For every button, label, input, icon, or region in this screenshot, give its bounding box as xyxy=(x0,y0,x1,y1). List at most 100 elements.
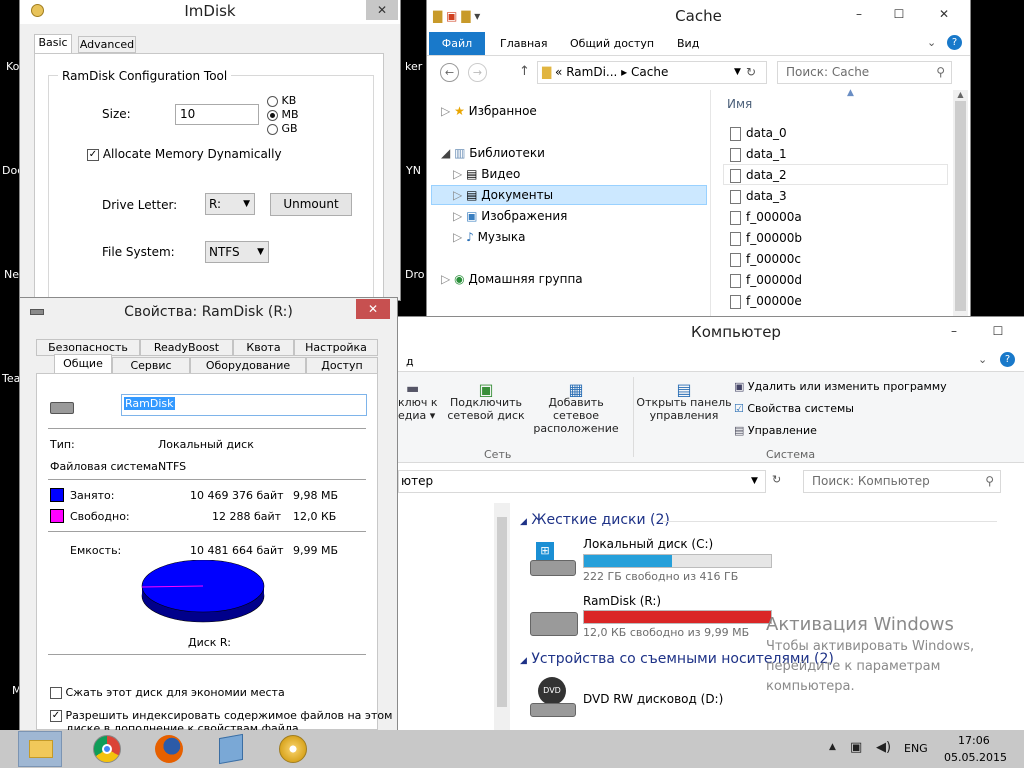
dvd-drive-icon[interactable]: DVD xyxy=(530,677,576,717)
drive-r-icon[interactable] xyxy=(530,612,578,636)
nav-scrollbar[interactable] xyxy=(710,90,711,330)
nav-favorites[interactable]: ▷ ★ Избранное xyxy=(441,104,537,118)
show-hidden-icons-icon[interactable]: ▲ xyxy=(829,742,836,752)
expand-icon[interactable]: ▷ xyxy=(453,209,462,223)
tab-hardware[interactable]: Оборудование xyxy=(190,357,306,374)
refresh-icon[interactable]: ↻ xyxy=(772,473,781,486)
close-button[interactable]: ✕ xyxy=(356,299,390,319)
help-icon[interactable]: ? xyxy=(947,35,962,50)
unit-gb[interactable]: GB xyxy=(267,122,298,135)
address-bar[interactable]: ▇ « RamDi... ▸ Cache ▼ ↻ xyxy=(537,61,767,84)
file-item[interactable]: data_1 xyxy=(730,147,787,162)
nav-homegroup[interactable]: ▷ ◉ Домашняя группа xyxy=(441,272,583,286)
file-explorer-taskbar-button[interactable] xyxy=(18,731,62,767)
tab-share[interactable]: Общий доступ xyxy=(570,37,654,50)
nav-libraries[interactable]: ◢ ▥ Библиотеки xyxy=(441,146,545,160)
size-input[interactable]: 10 xyxy=(175,104,259,125)
file-item[interactable]: f_00000c xyxy=(730,252,801,267)
unit-kb[interactable]: KB xyxy=(267,94,296,107)
unmount-button[interactable]: Unmount xyxy=(270,193,352,216)
connect-network-drive-button[interactable]: ▣ Подключить сетевой диск xyxy=(446,382,526,423)
gb-radio[interactable] xyxy=(267,123,278,135)
map-drive-button[interactable]: ▬ ключ к едиа ▾ xyxy=(398,382,438,422)
scroll-thumb[interactable] xyxy=(497,517,507,707)
chevron-down-icon[interactable]: ▼ xyxy=(734,62,741,83)
language-indicator[interactable]: ENG xyxy=(904,742,928,755)
file-item[interactable]: data_3 xyxy=(730,189,787,204)
fs-select[interactable]: NTFS ▼ xyxy=(205,241,269,263)
path-ramdisk[interactable]: RamDi... xyxy=(566,65,617,79)
tab-customize[interactable]: Настройка xyxy=(294,339,378,356)
close-button[interactable]: ✕ xyxy=(921,4,967,24)
collapse-icon[interactable]: ◢ xyxy=(520,656,527,666)
ribbon-expand-icon[interactable]: ⌄ xyxy=(978,353,987,366)
scrollbar[interactable]: ▲ xyxy=(953,90,968,330)
column-header-name[interactable]: Имя xyxy=(727,97,752,111)
file-tab[interactable]: Файл xyxy=(429,32,485,55)
close-button[interactable]: ✕ xyxy=(366,0,398,20)
drive-c-name[interactable]: Локальный диск (C:) xyxy=(583,537,713,551)
collapse-icon[interactable]: ◢ xyxy=(441,146,450,160)
network-icon[interactable]: ▣ xyxy=(850,740,862,755)
file-item[interactable]: f_00000a xyxy=(730,210,802,225)
file-item[interactable]: f_00000b xyxy=(730,231,802,246)
tab-quota[interactable]: Квота xyxy=(233,339,294,356)
uninstall-button[interactable]: ▣ Удалить или изменить программу xyxy=(734,380,947,393)
unit-mb[interactable]: MB xyxy=(267,108,299,121)
search-input[interactable]: Поиск: Cache ⚲ xyxy=(777,61,952,84)
file-item[interactable]: f_00000e xyxy=(730,294,802,309)
file-item[interactable]: data_0 xyxy=(730,126,787,141)
kb-radio[interactable] xyxy=(267,95,278,107)
tab-tools[interactable]: Сервис xyxy=(112,357,190,374)
check-icon[interactable]: ✓ xyxy=(50,710,62,722)
clock-time[interactable]: 17:06 xyxy=(958,734,990,747)
expand-icon[interactable]: ▷ xyxy=(453,167,462,181)
compress-checkbox[interactable]: Сжать этот диск для экономии места xyxy=(50,686,285,699)
checkbox-empty-icon[interactable] xyxy=(50,687,62,699)
nav-music[interactable]: ▷ ♪ Музыка xyxy=(453,230,525,244)
mb-radio[interactable] xyxy=(267,109,278,121)
chevron-down-icon[interactable]: ▼ xyxy=(751,471,758,492)
drive-letter-select[interactable]: R: ▼ xyxy=(205,193,255,215)
maximize-button[interactable]: ☐ xyxy=(879,4,919,24)
help-icon[interactable]: ? xyxy=(1000,352,1015,367)
dvd-drive-name[interactable]: DVD RW дисковод (D:) xyxy=(583,692,723,706)
path-cache[interactable]: Cache xyxy=(631,65,668,79)
imdisk-taskbar-button[interactable] xyxy=(272,731,316,767)
nav-documents[interactable]: ▷ ▤ Документы xyxy=(453,188,553,202)
tab-general[interactable]: Общие xyxy=(54,354,112,374)
volume-icon[interactable]: ◀) xyxy=(876,740,891,755)
virtualbox-taskbar-button[interactable] xyxy=(210,731,254,767)
file-item[interactable]: f_00000d xyxy=(730,273,802,288)
open-control-panel-button[interactable]: ▤ Открыть панель управления xyxy=(636,382,732,423)
tab-view[interactable]: Вид xyxy=(677,37,699,50)
firefox-taskbar-button[interactable] xyxy=(148,731,192,767)
manage-button[interactable]: ▤ Управление xyxy=(734,424,817,437)
nav-video[interactable]: ▷ ▤ Видео xyxy=(453,167,520,181)
minimize-button[interactable]: – xyxy=(839,4,879,24)
expand-icon[interactable]: ▷ xyxy=(441,272,450,286)
tab-advanced[interactable]: Advanced xyxy=(78,36,136,53)
tab-readyboost[interactable]: ReadyBoost xyxy=(140,339,233,356)
chrome-taskbar-button[interactable] xyxy=(86,731,130,767)
add-network-location-button[interactable]: ▦ Добавить сетевое расположение xyxy=(526,382,626,436)
collapse-icon[interactable]: ◢ xyxy=(520,517,527,527)
tab-home[interactable]: Главная xyxy=(500,37,548,50)
hdd-group-header[interactable]: ◢ Жесткие диски (2) xyxy=(520,512,670,528)
nav-images[interactable]: ▷ ▣ Изображения xyxy=(453,209,567,223)
up-icon[interactable]: ↑ xyxy=(519,64,530,79)
search-input[interactable]: Поиск: Компьютер ⚲ xyxy=(803,470,1001,493)
refresh-icon[interactable]: ↻ xyxy=(746,62,756,83)
expand-icon[interactable]: ▷ xyxy=(453,230,462,244)
scroll-up-icon[interactable]: ▲ xyxy=(953,90,968,99)
nav-scrollbar[interactable] xyxy=(494,503,510,730)
allocate-checkbox[interactable]: ✓ Allocate Memory Dynamically xyxy=(87,147,282,161)
scroll-thumb[interactable] xyxy=(955,101,966,311)
check-icon[interactable]: ✓ xyxy=(87,148,99,161)
minimize-button[interactable]: – xyxy=(934,321,974,341)
maximize-button[interactable]: ☐ xyxy=(978,321,1018,341)
tab-sharing[interactable]: Доступ xyxy=(306,357,378,374)
back-icon[interactable]: ← xyxy=(440,63,459,82)
drive-r-name[interactable]: RamDisk (R:) xyxy=(583,594,661,608)
forward-icon[interactable]: → xyxy=(468,63,487,82)
